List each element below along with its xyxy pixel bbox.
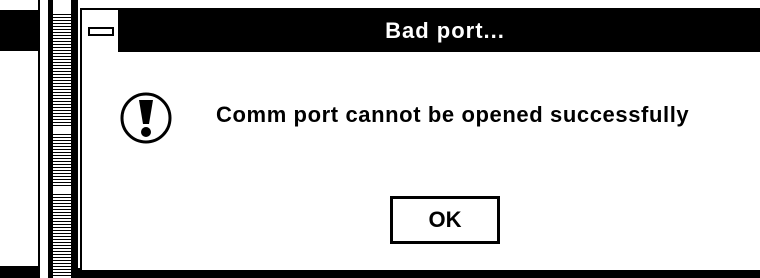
ruler-segment xyxy=(53,128,71,132)
background-window-titlebar xyxy=(0,10,40,51)
dialog-message: Comm port cannot be opened successfully xyxy=(216,102,690,127)
background-window-bottom-border xyxy=(0,266,40,278)
background-window-border xyxy=(38,0,40,278)
ruler-segment xyxy=(53,186,71,192)
ruler-ticks xyxy=(53,0,71,278)
vertical-ruler[interactable] xyxy=(48,0,78,278)
dialog-title-bar[interactable]: Bad port... xyxy=(82,10,760,52)
desktop: Bad port... Comm port cannot be opened s… xyxy=(0,0,760,278)
exclamation-icon xyxy=(118,90,174,146)
dialog-title: Bad port... xyxy=(385,18,505,43)
system-menu-icon xyxy=(88,27,114,36)
bad-port-dialog: Bad port... Comm port cannot be opened s… xyxy=(80,8,760,272)
system-menu-button[interactable] xyxy=(82,10,120,52)
ok-button[interactable]: OK xyxy=(390,196,500,244)
ruler-segment xyxy=(53,0,71,14)
background-window xyxy=(0,0,50,278)
